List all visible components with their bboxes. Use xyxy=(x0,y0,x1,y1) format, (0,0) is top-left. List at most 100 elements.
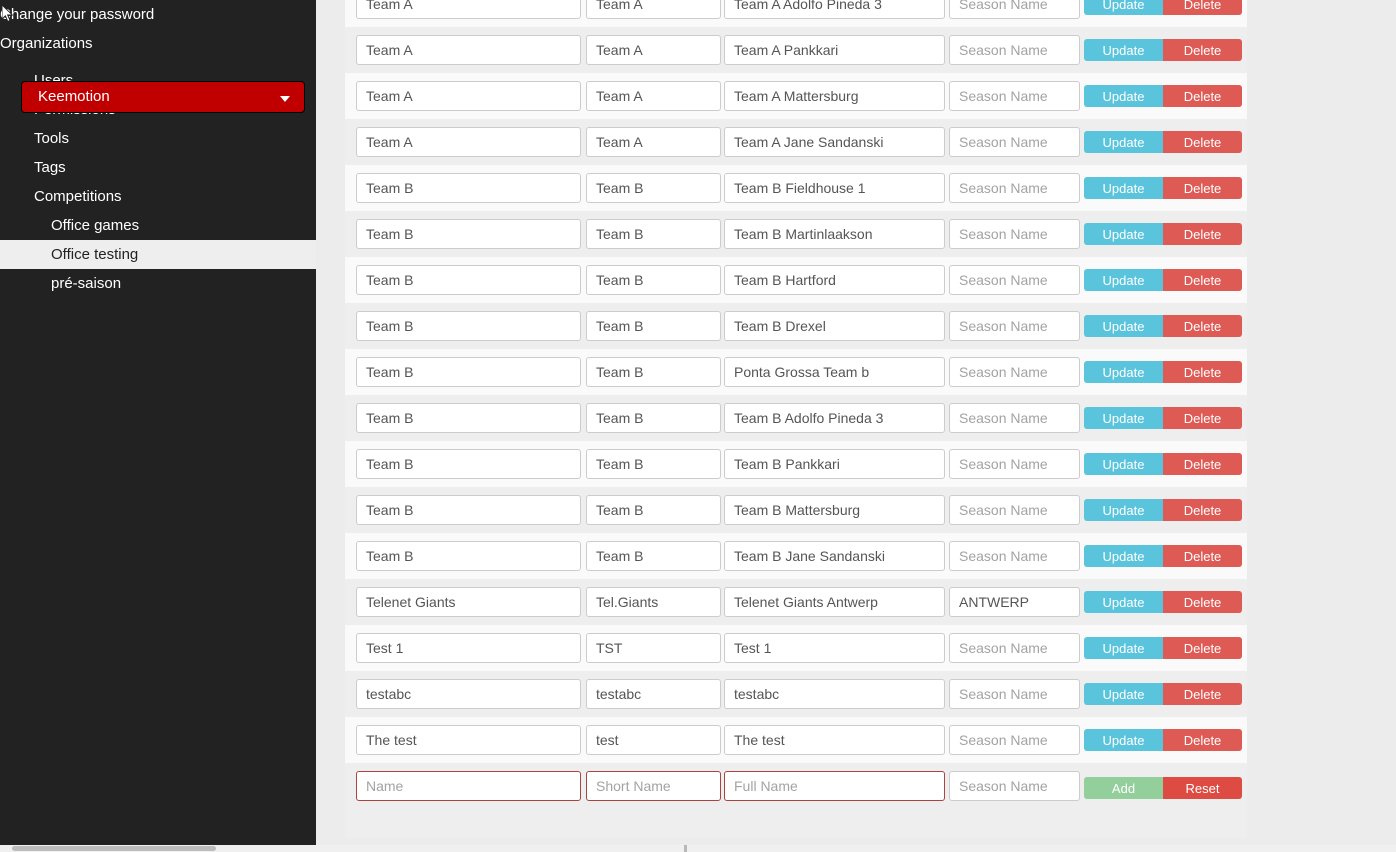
delete-button[interactable]: Delete xyxy=(1163,223,1242,245)
add-button[interactable]: Add xyxy=(1084,777,1163,799)
team-short-name-input[interactable] xyxy=(586,403,721,433)
team-short-name-input[interactable] xyxy=(586,587,721,617)
update-button[interactable]: Update xyxy=(1084,0,1163,15)
delete-button[interactable]: Delete xyxy=(1163,0,1242,15)
delete-button[interactable]: Delete xyxy=(1163,683,1242,705)
team-season-name-input[interactable] xyxy=(949,0,1080,19)
team-short-name-input[interactable] xyxy=(586,541,721,571)
team-name-input[interactable] xyxy=(356,449,581,479)
sidebar-item-pre-saison[interactable]: pré-saison xyxy=(0,269,316,298)
update-button[interactable]: Update xyxy=(1084,269,1163,291)
team-name-input[interactable] xyxy=(356,679,581,709)
delete-button[interactable]: Delete xyxy=(1163,499,1242,521)
delete-button[interactable]: Delete xyxy=(1163,177,1242,199)
update-button[interactable]: Update xyxy=(1084,131,1163,153)
team-full-name-input[interactable] xyxy=(724,81,945,111)
team-full-name-input[interactable] xyxy=(724,127,945,157)
team-season-name-input[interactable] xyxy=(949,725,1080,755)
team-name-input[interactable] xyxy=(356,403,581,433)
team-season-name-input[interactable] xyxy=(949,311,1080,341)
update-button[interactable]: Update xyxy=(1084,223,1163,245)
delete-button[interactable]: Delete xyxy=(1163,453,1242,475)
team-name-input[interactable] xyxy=(356,633,581,663)
delete-button[interactable]: Delete xyxy=(1163,361,1242,383)
team-name-input[interactable] xyxy=(356,127,581,157)
team-full-name-input[interactable] xyxy=(724,219,945,249)
team-short-name-input[interactable] xyxy=(586,311,721,341)
delete-button[interactable]: Delete xyxy=(1163,39,1242,61)
team-name-input[interactable] xyxy=(356,35,581,65)
team-season-name-input[interactable] xyxy=(949,35,1080,65)
update-button[interactable]: Update xyxy=(1084,315,1163,337)
sidebar-item-office-testing[interactable]: Office testing xyxy=(0,240,316,269)
team-name-input[interactable] xyxy=(356,495,581,525)
team-season-name-input[interactable] xyxy=(949,357,1080,387)
update-button[interactable]: Update xyxy=(1084,177,1163,199)
team-short-name-input[interactable] xyxy=(586,35,721,65)
team-full-name-input[interactable] xyxy=(724,35,945,65)
team-season-name-input[interactable] xyxy=(949,265,1080,295)
new-team-season-name-input[interactable] xyxy=(949,771,1080,801)
update-button[interactable]: Update xyxy=(1084,545,1163,567)
new-team-name-input[interactable] xyxy=(356,771,581,801)
delete-button[interactable]: Delete xyxy=(1163,131,1242,153)
team-season-name-input[interactable] xyxy=(949,541,1080,571)
team-short-name-input[interactable] xyxy=(586,633,721,663)
team-season-name-input[interactable] xyxy=(949,127,1080,157)
team-short-name-input[interactable] xyxy=(586,219,721,249)
delete-button[interactable]: Delete xyxy=(1163,407,1242,429)
team-full-name-input[interactable] xyxy=(724,265,945,295)
reset-button[interactable]: Reset xyxy=(1163,777,1242,799)
team-name-input[interactable] xyxy=(356,81,581,111)
new-team-short-name-input[interactable] xyxy=(586,771,721,801)
team-season-name-input[interactable] xyxy=(949,219,1080,249)
team-full-name-input[interactable] xyxy=(724,725,945,755)
team-season-name-input[interactable] xyxy=(949,449,1080,479)
new-team-full-name-input[interactable] xyxy=(724,771,945,801)
team-name-input[interactable] xyxy=(356,311,581,341)
team-season-name-input[interactable] xyxy=(949,633,1080,663)
update-button[interactable]: Update xyxy=(1084,683,1163,705)
team-full-name-input[interactable] xyxy=(724,633,945,663)
delete-button[interactable]: Delete xyxy=(1163,85,1242,107)
team-full-name-input[interactable] xyxy=(724,541,945,571)
team-short-name-input[interactable] xyxy=(586,127,721,157)
sidebar-item-competitions[interactable]: Competitions xyxy=(0,182,316,211)
team-full-name-input[interactable] xyxy=(724,449,945,479)
update-button[interactable]: Update xyxy=(1084,591,1163,613)
update-button[interactable]: Update xyxy=(1084,637,1163,659)
team-name-input[interactable] xyxy=(356,0,581,19)
team-short-name-input[interactable] xyxy=(586,495,721,525)
update-button[interactable]: Update xyxy=(1084,361,1163,383)
team-name-input[interactable] xyxy=(356,265,581,295)
sidebar-item-change-your-password[interactable]: Change your password xyxy=(0,0,316,29)
update-button[interactable]: Update xyxy=(1084,85,1163,107)
team-season-name-input[interactable] xyxy=(949,495,1080,525)
team-short-name-input[interactable] xyxy=(586,725,721,755)
team-season-name-input[interactable] xyxy=(949,679,1080,709)
team-short-name-input[interactable] xyxy=(586,265,721,295)
team-full-name-input[interactable] xyxy=(724,495,945,525)
team-full-name-input[interactable] xyxy=(724,403,945,433)
sidebar-item-tools[interactable]: Tools xyxy=(0,124,316,153)
team-season-name-input[interactable] xyxy=(949,81,1080,111)
update-button[interactable]: Update xyxy=(1084,39,1163,61)
team-name-input[interactable] xyxy=(356,587,581,617)
organization-selector-keemotion[interactable]: Keemotion xyxy=(21,81,305,113)
update-button[interactable]: Update xyxy=(1084,453,1163,475)
team-full-name-input[interactable] xyxy=(724,311,945,341)
sidebar-item-organizations[interactable]: Organizations xyxy=(0,29,316,58)
team-name-input[interactable] xyxy=(356,357,581,387)
team-short-name-input[interactable] xyxy=(586,81,721,111)
team-season-name-input[interactable] xyxy=(949,173,1080,203)
delete-button[interactable]: Delete xyxy=(1163,729,1242,751)
team-full-name-input[interactable] xyxy=(724,679,945,709)
team-name-input[interactable] xyxy=(356,725,581,755)
team-name-input[interactable] xyxy=(356,541,581,571)
team-season-name-input[interactable] xyxy=(949,403,1080,433)
delete-button[interactable]: Delete xyxy=(1163,315,1242,337)
sidebar-horizontal-scrollbar-thumb[interactable] xyxy=(12,846,216,851)
team-short-name-input[interactable] xyxy=(586,679,721,709)
team-short-name-input[interactable] xyxy=(586,0,721,19)
team-season-name-input[interactable] xyxy=(949,587,1080,617)
